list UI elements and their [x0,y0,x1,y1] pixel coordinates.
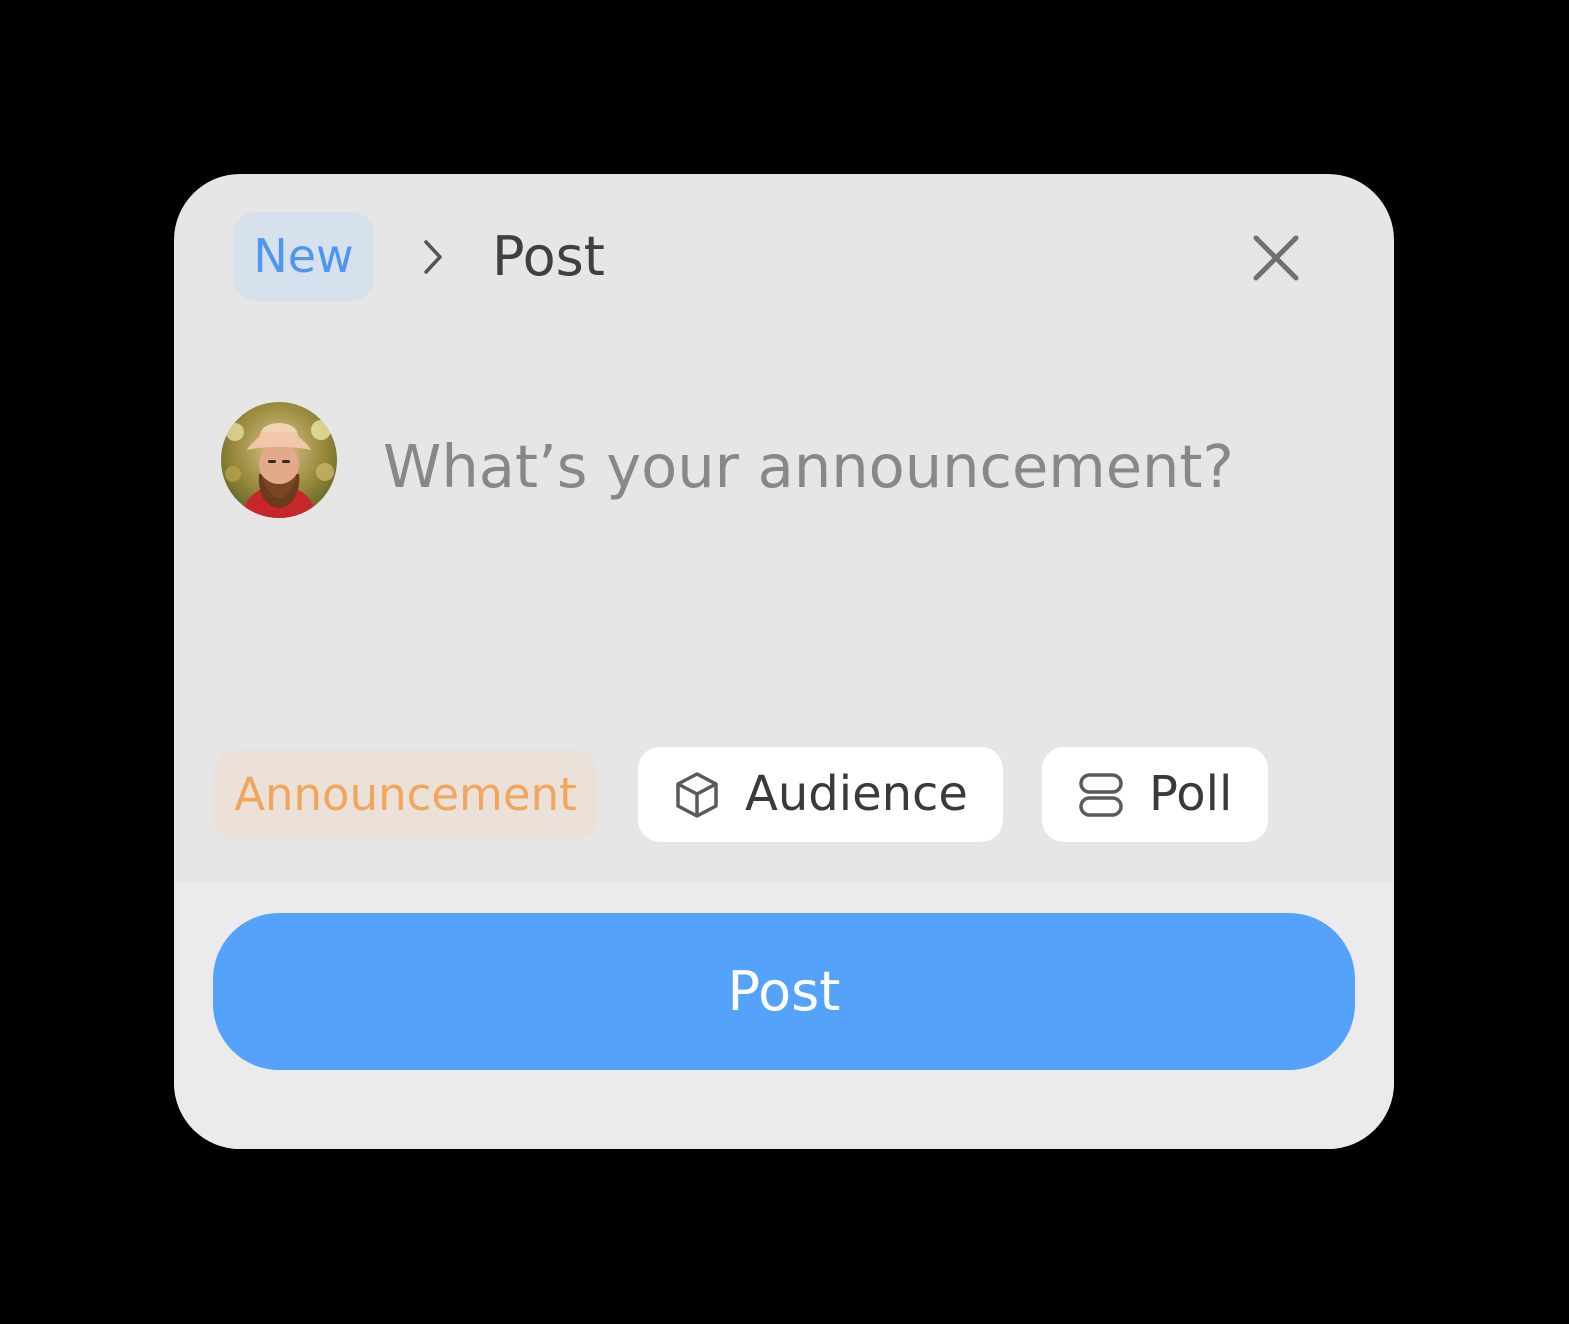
announcement-input[interactable] [383,424,1313,508]
announcement-tag[interactable]: Announcement [213,750,598,840]
new-breadcrumb-chip[interactable]: New [233,212,374,301]
page-title: Post [492,225,605,288]
avatar [221,402,337,518]
dialog-header: New Post [174,174,1394,344]
poll-button[interactable]: Poll [1042,747,1268,842]
close-icon[interactable] [1248,230,1304,286]
poll-label: Poll [1149,766,1233,822]
post-button[interactable]: Post [213,913,1355,1070]
new-post-dialog: New Post What’s your announcement? Annou… [174,174,1394,1149]
poll-icon [1079,773,1123,817]
audience-label: Audience [745,766,968,822]
user-avatar-image [221,402,337,518]
chevron-right-icon [424,240,442,274]
audience-button[interactable]: Audience [638,747,1003,842]
cube-icon [676,772,718,818]
